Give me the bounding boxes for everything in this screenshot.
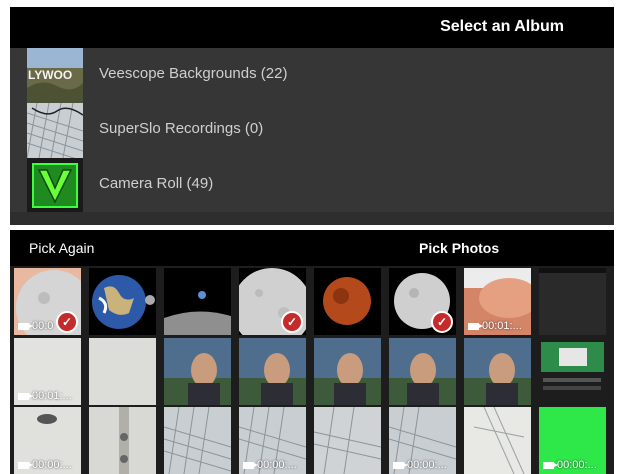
photo-tile-white-wall[interactable] [89,338,156,405]
keyboard-thumbnail [27,103,83,158]
photo-tile-door-hinge[interactable] [89,407,156,474]
photo-tile-person-4[interactable] [389,338,456,405]
photo-tile-keyboard-1[interactable] [164,407,231,474]
person-portrait-image [314,338,381,405]
video-duration-badge: 00:01:... [18,390,72,402]
photo-tile-blood-moon[interactable] [314,268,381,335]
keyboard-image [464,407,531,474]
album-list-footer [10,212,614,225]
album-row-veescope-backgrounds[interactable]: LYWOO Veescope Backgrounds (22) [10,48,614,103]
video-camera-icon [468,322,483,330]
photo-tile-white-wall-video[interactable]: 00:01:... [14,338,81,405]
earthrise-image [164,268,231,335]
pick-photos-button[interactable]: Pick Photos [419,240,499,256]
keyboard-image [164,407,231,474]
photo-tile-screenshot-dark[interactable] [539,268,606,335]
photo-tile-earth[interactable] [89,268,156,335]
blood-moon-image [314,268,381,335]
album-header: Select an Album [10,7,614,48]
picker-header: Pick Again Pick Photos [10,230,614,266]
video-camera-icon [393,461,408,469]
app-screenshot-image [539,338,606,405]
pick-again-button[interactable]: Pick Again [29,240,94,256]
veescope-logo-thumbnail [27,158,83,213]
video-duration-badge: 00:0 [18,320,53,332]
video-duration-badge: 00:00:... [543,459,597,471]
keyboard-image [314,407,381,474]
photo-tile-person-3[interactable] [314,338,381,405]
photo-tile-hand-video[interactable]: 00:01:... [464,268,531,335]
video-camera-icon [243,461,258,469]
album-label-superslo: SuperSlo Recordings (0) [99,120,264,137]
album-header-title: Select an Album [440,18,564,35]
selected-checkmark-icon: ✓ [281,311,303,333]
video-duration-badge: 00:00:... [393,459,447,471]
person-portrait-image [164,338,231,405]
video-camera-icon [543,461,558,469]
photo-tile-person-1[interactable] [164,338,231,405]
album-row-camera-roll[interactable]: Camera Roll (49) [10,158,614,213]
door-hinge-image [89,407,156,474]
video-duration-badge: 00:00:... [18,459,72,471]
album-label-veescope: Veescope Backgrounds (22) [99,65,288,82]
photo-tile-keyboard-video[interactable]: 00:00:... [239,407,306,474]
photo-tile-full-moon-selected[interactable]: ✓ [389,268,456,335]
video-camera-icon [18,322,33,330]
album-list-panel: Select an Album LYWOO Veescope Backgroun… [10,7,614,225]
album-label-camera-roll: Camera Roll (49) [99,175,214,192]
selected-checkmark-icon: ✓ [56,311,78,333]
video-duration-badge: 00:01:... [468,320,522,332]
person-portrait-image [464,338,531,405]
photo-tile-app-screenshot[interactable] [539,338,606,405]
person-portrait-image [239,338,306,405]
photo-tile-keyboard-2[interactable] [314,407,381,474]
video-duration-badge: 00:00:... [243,459,297,471]
photo-tile-sink-video[interactable]: 00:00:... [14,407,81,474]
photo-tile-person-2[interactable] [239,338,306,405]
white-wall-image [89,338,156,405]
photo-tile-moon-selected[interactable]: ✓ [239,268,306,335]
hollywood-sign-thumbnail: LYWOO [27,48,83,103]
dark-screenshot-image [539,268,606,335]
svg-text:LYWOO: LYWOO [28,68,72,82]
photo-tile-moon-video[interactable]: 00:0 ✓ [14,268,81,335]
photo-tile-keyboard-video-2[interactable]: 00:00:... [389,407,456,474]
earth-image [89,268,156,335]
album-row-superslo-recordings[interactable]: SuperSlo Recordings (0) [10,103,614,158]
photo-picker-panel: Pick Again Pick Photos 00:0 ✓ ✓ ✓ 00:01:… [10,230,614,474]
photo-tile-person-5[interactable] [464,338,531,405]
selected-checkmark-icon: ✓ [431,311,453,333]
photo-tile-keyboard-3[interactable] [464,407,531,474]
video-camera-icon [18,392,33,400]
photo-tile-green-screen-video[interactable]: 00:00:... [539,407,606,474]
person-portrait-image [389,338,456,405]
photo-tile-earthrise[interactable] [164,268,231,335]
video-camera-icon [18,461,33,469]
